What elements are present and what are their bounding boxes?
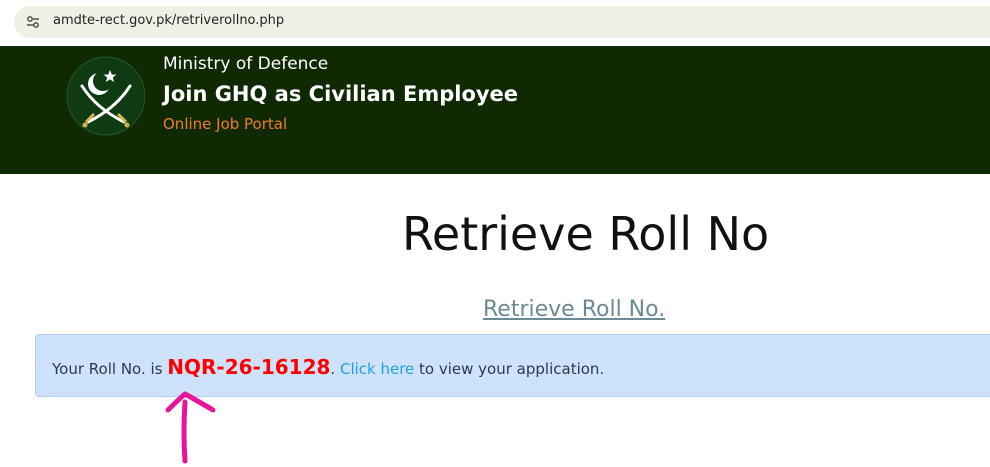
url-text[interactable]: amdte-rect.gov.pk/retriverollno.php xyxy=(53,13,284,28)
tune-icon[interactable] xyxy=(26,15,40,29)
ministry-name: Ministry of Defence xyxy=(163,54,329,74)
click-here-link[interactable]: Click here xyxy=(340,360,414,378)
browser-address-bar: amdte-rect.gov.pk/retriverollno.php xyxy=(0,0,990,46)
alert-dot: . xyxy=(330,360,336,378)
alert-message: Your Roll No. is NQR-26-16128. Click her… xyxy=(52,355,604,379)
page-title: Retrieve Roll No xyxy=(402,207,770,261)
pink-arrow-up-icon xyxy=(165,391,216,464)
site-title: Join GHQ as Civilian Employee xyxy=(163,82,519,106)
site-subtitle: Online Job Portal xyxy=(163,115,288,133)
roll-number: NQR-26-16128 xyxy=(167,355,331,379)
alert-prefix: Your Roll No. is xyxy=(52,360,168,378)
army-crest-icon xyxy=(66,56,146,136)
site-header: Ministry of Defence Join GHQ as Civilian… xyxy=(0,46,990,174)
alert-suffix: to view your application. xyxy=(414,360,605,378)
retrieve-roll-no-link[interactable]: Retrieve Roll No. xyxy=(483,297,665,322)
